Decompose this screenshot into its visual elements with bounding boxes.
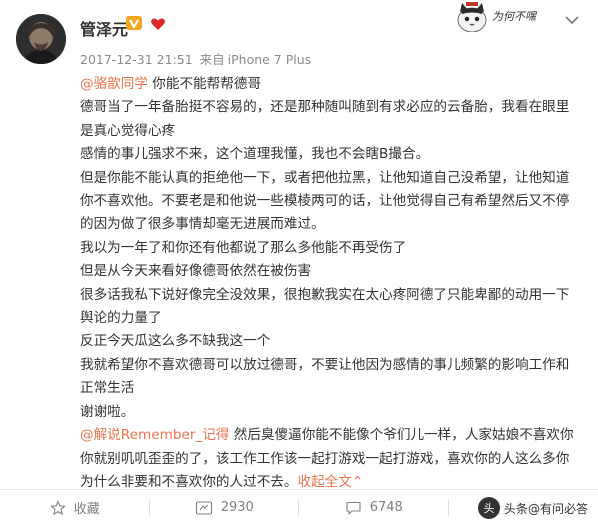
watermark-text: 头条@有问必答 (504, 501, 589, 516)
sticker-caption: 为何不嘿 (492, 10, 538, 23)
mention-link[interactable]: @解说Remember_记得 (80, 427, 229, 443)
paragraph-6: 但是从今天来看好像德哥依然在被伤害 (80, 263, 312, 280)
post-source: iPhone 7 Plus (227, 52, 312, 67)
paragraph-3: 感情的事儿强求不来，这个道理我懂，我也不会瞎B撮合。 (80, 146, 430, 163)
paragraph-10: 谢谢啦。 (80, 403, 135, 420)
verified-badge-icon (126, 16, 142, 30)
collapse-label: 收起全文 (297, 473, 352, 490)
comment-count: 6748 (369, 500, 403, 515)
favorite-label: 收藏 (73, 502, 100, 517)
paragraph-2: 德哥当了一年备胎挺不容易的，还是那种随叫随到有求必应的云备胎，我看在眼里是真心觉… (80, 99, 570, 139)
repost-button[interactable]: 2930 (150, 490, 299, 525)
paragraph-text: 你能不能帮帮德哥 (147, 76, 262, 92)
collapse-arrow-icon: ⌃ (351, 473, 364, 490)
watermark: 头 头条@有问必答 (478, 496, 594, 520)
chevron-down-icon[interactable] (563, 13, 581, 27)
paragraph-7: 很多话我私下说好像完全没效果，很抱歉我实在太心疼阿德了只能卑鄙的动用一下舆论的力… (80, 286, 570, 327)
paragraph-5: 我以为一年了和你还有他都说了那么多他能不再受伤了 (80, 239, 407, 256)
paragraph-4: 但是你能不能认真的拒绝他一下，或者把他拉黑，让他知道自己没希望，让他知道你不喜欢… (80, 169, 570, 233)
toutiao-logo-icon: 头 (478, 497, 500, 519)
comment-button[interactable]: 6748 (299, 490, 449, 525)
repost-count: 2930 (220, 500, 254, 515)
post-content: @骆歆同学 你能不能帮帮德哥 德哥当了一年备胎挺不容易的，还是那种随叫随到有求必… (80, 73, 580, 494)
comment-icon (346, 501, 361, 515)
mention-link[interactable]: @骆歆同学 (80, 76, 148, 92)
repost-icon (195, 500, 212, 515)
post-timestamp[interactable]: 2017-12-31 21:51 (80, 52, 193, 67)
paragraph-1: @骆歆同学 你能不能帮帮德哥 (80, 73, 580, 96)
collapse-link[interactable]: 收起全文⌃ (298, 474, 364, 490)
username[interactable]: 管泽元 (80, 16, 128, 40)
paragraph-8: 反正今天瓜这么多不缺我这一个 (80, 333, 271, 350)
star-icon (49, 499, 66, 515)
paragraph-11: @解说Remember_记得 然后臭傻逼你能不能像个爷们儿一样，人家姑娘不喜欢你… (80, 424, 580, 494)
avatar[interactable] (16, 14, 66, 64)
favorite-button[interactable]: 收藏 (0, 490, 150, 525)
post-meta: 2017-12-31 21:51 来自 iPhone 7 Plus (80, 49, 314, 68)
cat-sticker: 为何不嘿 (452, 2, 558, 33)
paragraph-9: 我就希望你不喜欢德哥可以放过德哥，不要让他因为感情的事儿频繁的影响工作和正常生活 (80, 356, 570, 397)
post-source-prefix: 来自 (199, 52, 225, 67)
heart-badge-icon (151, 18, 165, 30)
